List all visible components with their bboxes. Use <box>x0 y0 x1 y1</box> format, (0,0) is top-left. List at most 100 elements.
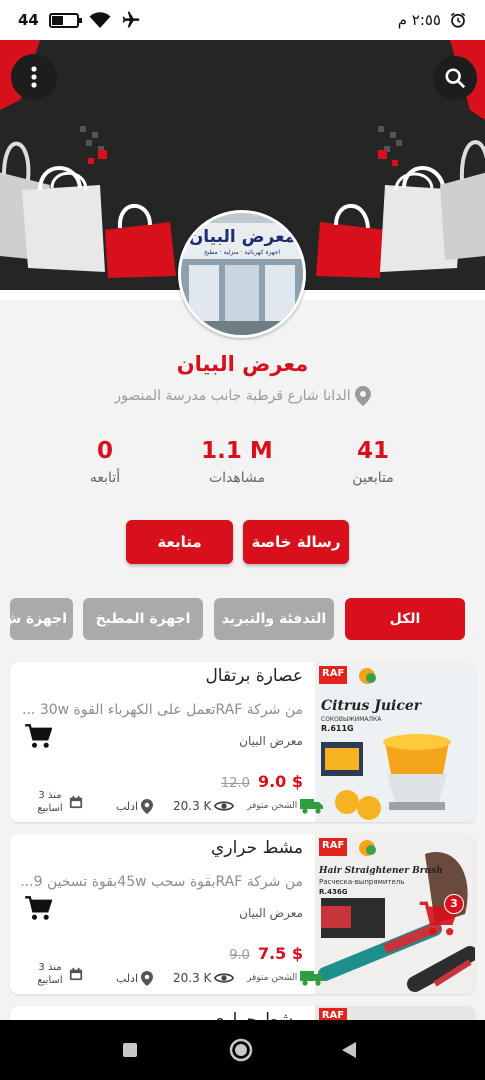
product-card[interactable]: RAF Citrus Juicer СОКОВЫЖИМАЛКА R.611G ع… <box>10 662 475 822</box>
price-current: $ 7.5 <box>257 944 303 963</box>
location-text: ادلب <box>116 971 139 985</box>
shipping-label: الشحن متوفر <box>247 973 298 983</box>
product-description: من شركة RAFتعمل على الكهرباء القوة 30w .… <box>22 702 303 718</box>
stat-label: مشاهدات <box>208 470 266 486</box>
private-message-button[interactable]: رسالة خاصة <box>243 520 349 564</box>
home-button[interactable] <box>229 1038 253 1066</box>
age-info: منذ 3 اسابيع <box>34 962 83 986</box>
add-to-cart-button[interactable] <box>24 724 53 754</box>
cart-count: 3 <box>450 897 458 910</box>
image-title: Hair Straightener Brush <box>319 866 443 876</box>
eye-icon <box>214 801 235 811</box>
calendar-icon <box>69 795 83 809</box>
stat-label: متابعين <box>352 470 394 486</box>
age-text: منذ 3 اسابيع <box>37 962 63 986</box>
image-brand: RAF <box>322 840 345 851</box>
store-avatar[interactable]: معرض البيان اجهزة كهربائية · منزلية · مط… <box>178 210 306 338</box>
price-current: $ 9.0 <box>257 772 303 791</box>
location-info: ادلب <box>116 794 154 818</box>
menu-button[interactable] <box>11 54 57 100</box>
image-brand: RAF <box>322 668 345 679</box>
image-title: Citrus Juicer <box>321 698 422 714</box>
product-description: من شركة RAFبقوة سحب 45wبقوة تسخين 9... <box>20 874 303 890</box>
location-pin-icon <box>354 386 371 406</box>
clock: ٢:٥٥ م <box>397 11 441 29</box>
search-icon <box>445 68 466 89</box>
recent-apps-button[interactable] <box>122 1042 138 1062</box>
category-tab-all[interactable]: الكل <box>345 598 465 640</box>
battery-level: 44 <box>18 11 39 29</box>
system-nav-bar <box>0 1020 485 1080</box>
more-vertical-icon <box>31 66 37 88</box>
stat-followers[interactable]: 41 متابعين <box>313 436 433 486</box>
back-icon <box>342 1042 356 1058</box>
category-tabs: الكل التدفئة والتبريد اجهزة المطبخ اجهزة… <box>0 598 485 642</box>
airplane-icon <box>122 11 140 28</box>
category-tab-partial[interactable]: اجهزة ش <box>10 598 73 640</box>
image-subtitle: Расческа-выпрямитель <box>319 878 405 886</box>
shipping-info: الشحن متوفر <box>247 794 324 818</box>
product-seller: معرض البيان <box>239 734 303 748</box>
status-left: 44 <box>18 10 141 30</box>
image-model: R.436G <box>319 888 348 896</box>
avatar-sign-text: معرض البيان <box>188 227 296 247</box>
floating-cart-button[interactable]: 3 <box>418 894 464 940</box>
age-info: منذ 3 اسابيع <box>34 790 83 814</box>
wifi-icon <box>89 12 111 28</box>
views-info: 20.3 K <box>173 966 235 990</box>
category-tab-heating-cooling[interactable]: التدفئة والتبريد <box>214 598 334 640</box>
views-info: 20.3 K <box>173 794 235 818</box>
stat-following[interactable]: 0 أتابعه <box>45 436 165 486</box>
battery-fill <box>51 15 64 25</box>
recent-apps-icon <box>123 1043 137 1057</box>
price-old: 12.0 <box>221 776 250 791</box>
location-pin-icon <box>141 970 154 986</box>
stat-value: 0 <box>96 438 113 464</box>
product-seller: معرض البيان <box>239 906 303 920</box>
product-image: RAF Citrus Juicer СОКОВЫЖИМАЛКА R.611G <box>315 662 475 822</box>
product-card[interactable]: RAF Hair Straightener Brush Расческа-вып… <box>10 834 475 994</box>
product-title: مشط حراري <box>211 838 303 858</box>
category-label: اجهزة ش <box>10 611 67 627</box>
add-to-cart-button[interactable] <box>24 896 53 926</box>
product-photo-juicer <box>315 662 475 822</box>
product-price: $ 7.5 9.0 <box>229 944 303 963</box>
shipping-label: الشحن متوفر <box>247 801 298 811</box>
stat-views: 1.1 M مشاهدات <box>177 436 297 486</box>
stat-value: 41 <box>356 438 389 464</box>
age-text: منذ 3 اسابيع <box>37 790 63 814</box>
delivery-truck-icon <box>300 971 324 986</box>
stat-value: 1.1 M <box>201 438 273 464</box>
location-text: ادلب <box>116 799 139 813</box>
home-icon <box>229 1038 253 1062</box>
status-right: ٢:٥٥ م <box>398 11 467 29</box>
search-button[interactable] <box>433 56 477 100</box>
delivery-truck-icon <box>300 799 324 814</box>
image-subtitle: СОКОВЫЖИМАЛКА <box>321 716 382 723</box>
views-count: 20.3 K <box>173 799 212 813</box>
image-model: R.611G <box>321 724 354 733</box>
shipping-info: الشحن متوفر <box>247 966 324 990</box>
store-name: معرض البيان <box>176 352 309 376</box>
cart-icon <box>25 896 53 920</box>
views-count: 20.3 K <box>173 971 212 985</box>
location-pin-icon <box>141 798 154 814</box>
store-address: الدانا شارع قرطبة جانب مدرسة المنصور <box>114 388 351 404</box>
cart-badge: 3 <box>444 894 464 914</box>
status-bar: 44 ٢:٥٥ م <box>0 0 485 40</box>
stat-label: أتابعه <box>89 470 121 486</box>
back-button[interactable] <box>341 1041 357 1063</box>
price-old: 9.0 <box>229 948 250 963</box>
follow-button[interactable]: متابعة <box>126 520 233 564</box>
cart-icon <box>25 724 53 748</box>
calendar-icon <box>69 967 83 981</box>
product-title: عصارة برتقال <box>205 666 303 686</box>
eye-icon <box>214 973 235 983</box>
category-tab-kitchen[interactable]: اجهزة المطبخ <box>83 598 203 640</box>
battery-icon <box>48 12 82 28</box>
location-info: ادلب <box>116 966 154 990</box>
avatar-sign-subtext: اجهزة كهربائية · منزلية · مطبخ <box>203 249 281 256</box>
alarm-icon <box>450 12 466 28</box>
store-address-row: الدانا شارع قرطبة جانب مدرسة المنصور <box>0 386 485 406</box>
product-price: $ 9.0 12.0 <box>221 772 303 791</box>
